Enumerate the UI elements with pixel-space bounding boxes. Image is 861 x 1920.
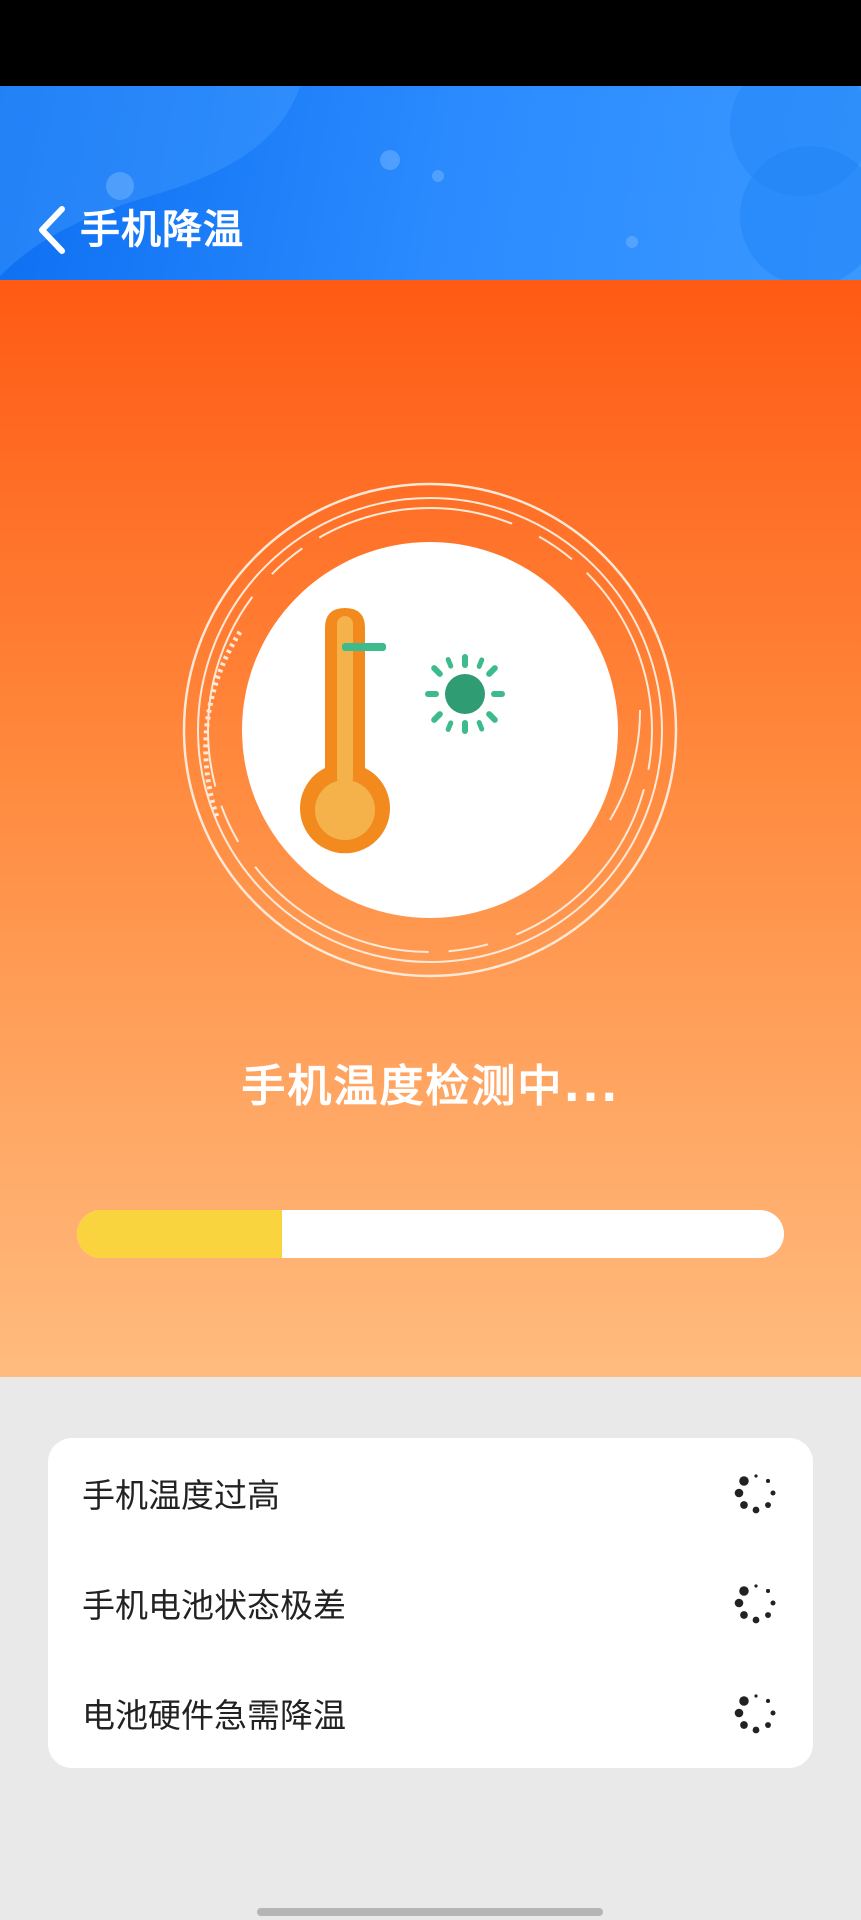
back-button[interactable] bbox=[30, 196, 74, 264]
check-item-label: 电池硬件急需降温 bbox=[82, 1696, 346, 1735]
spinner-dot bbox=[734, 1488, 744, 1498]
spinner-dot bbox=[740, 1501, 748, 1509]
spinner-dot bbox=[739, 1476, 749, 1486]
thermometer-sun-icon-art bbox=[300, 608, 505, 854]
status-bar bbox=[0, 0, 861, 86]
spinner-dot bbox=[765, 1698, 771, 1704]
app-header: 手机降温 bbox=[0, 86, 861, 280]
check-items-card: 手机温度过高 手机电池状态极差 电池硬件急需降温 bbox=[48, 1438, 813, 1768]
spinner-dot bbox=[765, 1478, 771, 1484]
scan-status-text: 手机温度检测中... bbox=[241, 1061, 620, 1112]
spinner-dot bbox=[752, 1616, 760, 1624]
home-indicator[interactable] bbox=[257, 1908, 603, 1916]
spinner-dot bbox=[740, 1721, 748, 1729]
spinner-dot bbox=[770, 1710, 776, 1716]
spinner-dot bbox=[752, 1726, 760, 1734]
spinner-dot bbox=[754, 1694, 758, 1698]
spinner-dot bbox=[752, 1506, 760, 1514]
spinner-dot bbox=[734, 1598, 744, 1608]
check-item-label: 手机电池状态极差 bbox=[82, 1586, 346, 1625]
spinner-dot bbox=[739, 1586, 749, 1596]
scan-progress-fill bbox=[77, 1210, 283, 1258]
spinner-dot bbox=[754, 1584, 758, 1588]
temperature-scan-panel: 手机温度检测中... bbox=[0, 280, 861, 1377]
spinner-dot bbox=[765, 1612, 771, 1618]
check-item: 手机电池状态极差 bbox=[48, 1548, 813, 1658]
spinner-dot bbox=[739, 1696, 749, 1706]
loading-spinner-icon bbox=[734, 1694, 776, 1734]
loading-spinner-icon bbox=[734, 1474, 776, 1514]
scan-progress-bar bbox=[77, 1210, 784, 1258]
spinner-dot bbox=[734, 1708, 744, 1718]
check-item-label: 手机温度过高 bbox=[82, 1476, 280, 1515]
spinner-dot bbox=[765, 1588, 771, 1594]
scan-gauge bbox=[180, 480, 680, 980]
spinner-dot bbox=[765, 1502, 771, 1508]
loading-spinner-icon bbox=[734, 1584, 776, 1624]
spinner-dot bbox=[770, 1490, 776, 1496]
check-item: 电池硬件急需降温 bbox=[48, 1658, 813, 1768]
spinner-dot bbox=[765, 1722, 771, 1728]
spinner-dot bbox=[770, 1600, 776, 1606]
spinner-dot bbox=[754, 1474, 758, 1478]
page-title: 手机降温 bbox=[80, 207, 244, 253]
chevron-left-icon bbox=[39, 206, 65, 254]
check-item: 手机温度过高 bbox=[48, 1438, 813, 1548]
spinner-dot bbox=[740, 1611, 748, 1619]
